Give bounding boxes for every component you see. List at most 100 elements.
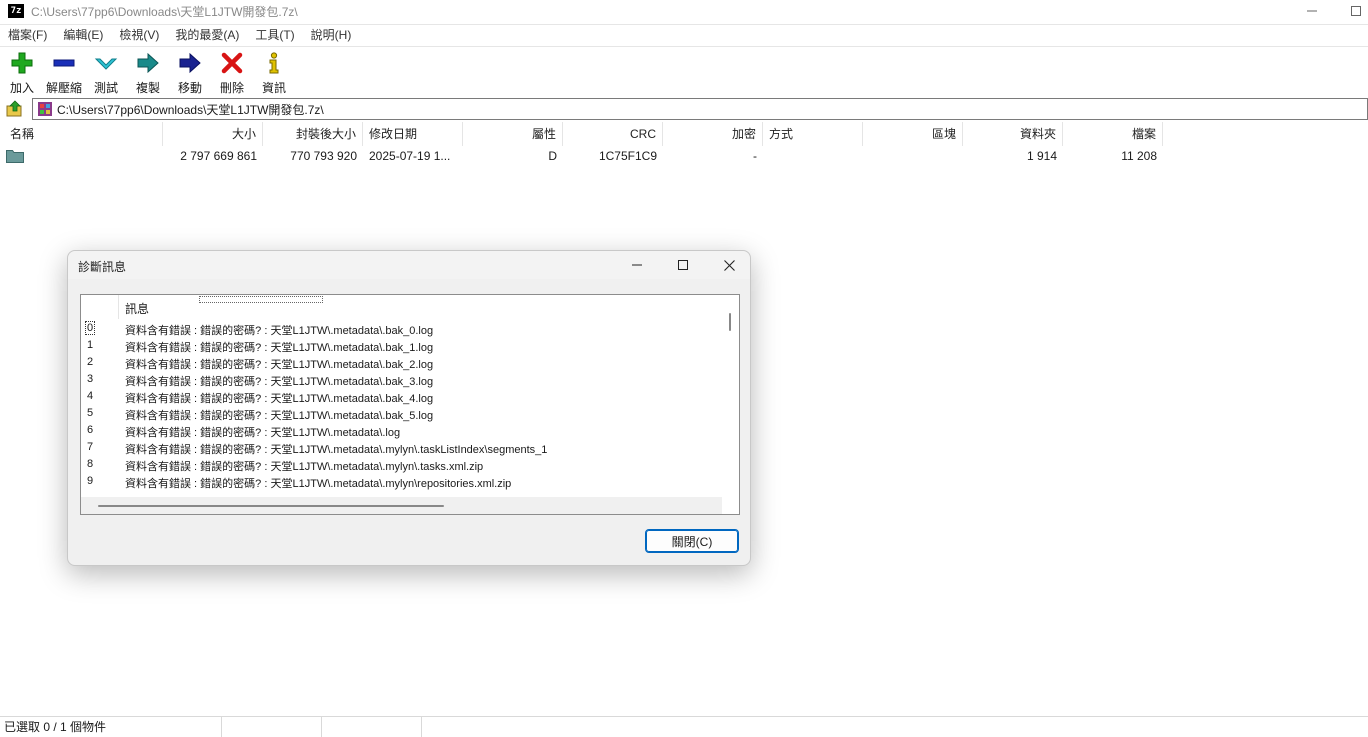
status-segment-3 [322,716,422,737]
toolbar: 加入 解壓縮 測試 複製 移動 刪除 資訊 [0,46,1368,96]
extract-label: 解壓縮 [46,81,83,95]
move-button[interactable]: 移動 [172,47,208,96]
minimize-icon [632,264,642,266]
cell-block [863,146,963,166]
address-bar: C:\Users\77pp6\Downloads\天堂L1JTW開發包.7z\ [0,98,1368,120]
7zip-app-icon: 7z [8,4,24,18]
message-number: 0 [84,321,96,335]
menu-help[interactable]: 說明(H) [303,26,360,43]
message-row[interactable]: 1 資料含有錯誤 : 錯誤的密碼? : 天堂L1JTW\.metadata\.b… [81,337,721,354]
message-row[interactable]: 2 資料含有錯誤 : 錯誤的密碼? : 天堂L1JTW\.metadata\.b… [81,354,721,371]
close-icon [723,259,735,271]
window-title: C:\Users\77pp6\Downloads\天堂L1JTW開發包.7z\ [31,4,298,19]
column-number[interactable] [81,295,119,319]
checkmark-icon [94,58,118,70]
horizontal-scroll-thumb[interactable] [98,505,444,507]
cell-packed-size: 770 793 920 [290,149,357,163]
message-number: 7 [87,441,94,453]
message-number: 1 [87,339,94,351]
plus-icon [11,52,33,74]
column-block[interactable]: 區塊 [863,122,963,146]
message-number: 5 [87,407,94,419]
dialog-title: 診斷訊息 [78,260,127,274]
message-number: 6 [87,424,94,436]
close-button[interactable]: 關閉(C) [645,529,739,553]
message-text: 資料含有錯誤 : 錯誤的密碼? : 天堂L1JTW\.metadata\.bak… [125,393,434,405]
column-attributes[interactable]: 屬性 [463,122,563,146]
column-size[interactable]: 大小 [163,122,263,146]
message-row[interactable]: 5 資料含有錯誤 : 錯誤的密碼? : 天堂L1JTW\.metadata\.b… [81,405,721,422]
message-row[interactable]: 8 資料含有錯誤 : 錯誤的密碼? : 天堂L1JTW\.metadata\.m… [81,456,721,473]
cell-attributes: D [548,149,557,163]
column-message[interactable]: 訊息 [125,300,149,317]
message-number: 8 [87,458,94,470]
menu-tools[interactable]: 工具(T) [247,26,302,43]
cell-folders: 1 914 [1026,149,1057,163]
copy-label: 複製 [136,81,161,95]
header-focus-rect [199,296,323,303]
dialog-maximize-button[interactable] [660,251,706,279]
message-text: 資料含有錯誤 : 錯誤的密碼? : 天堂L1JTW\.metadata\.bak… [125,410,434,422]
test-label: 測試 [94,81,119,95]
message-number: 9 [87,475,94,487]
diagnostic-dialog: 診斷訊息 訊息 0 資料含有錯誤 : 錯誤的密碼? : 天堂L1JTW\.met… [67,250,751,566]
message-text: 資料含有錯誤 : 錯誤的密碼? : 天堂L1JTW\.metadata\.bak… [125,342,434,354]
delete-x-icon [221,52,243,74]
column-encrypted[interactable]: 加密 [663,122,763,146]
column-crc[interactable]: CRC [563,122,663,146]
status-segment-2 [222,716,322,737]
selection-status: 已選取 0 / 1 個物件 [0,716,222,737]
cell-name [26,146,162,166]
delete-button[interactable]: 刪除 [214,47,250,96]
message-row[interactable]: 9 資料含有錯誤 : 錯誤的密碼? : 天堂L1JTW\.metadata\.m… [81,473,721,490]
message-row[interactable]: 3 資料含有錯誤 : 錯誤的密碼? : 天堂L1JTW\.metadata\.b… [81,371,721,388]
path-input[interactable]: C:\Users\77pp6\Downloads\天堂L1JTW開發包.7z\ [32,98,1368,120]
menu-file[interactable]: 檔案(F) [0,26,55,43]
message-rows: 0 資料含有錯誤 : 錯誤的密碼? : 天堂L1JTW\.metadata\.b… [81,320,721,490]
move-label: 移動 [178,81,203,95]
cell-crc: 1C75F1C9 [598,149,657,163]
horizontal-scrollbar[interactable] [81,497,722,514]
column-files[interactable]: 檔案 [1063,122,1163,146]
message-row[interactable]: 6 資料含有錯誤 : 錯誤的密碼? : 天堂L1JTW\.metadata\.l… [81,422,721,439]
list-item[interactable]: 2 797 669 861 770 793 920 2025-07-19 1..… [0,146,1368,166]
message-number: 4 [87,390,94,402]
column-method[interactable]: 方式 [763,122,863,146]
copy-button[interactable]: 複製 [130,47,166,96]
column-name[interactable]: 名稱 [4,122,163,146]
message-text: 資料含有錯誤 : 錯誤的密碼? : 天堂L1JTW\.metadata\.bak… [125,359,434,371]
move-arrow-icon [179,52,201,74]
minimize-button[interactable] [1289,0,1335,22]
copy-arrow-icon [137,52,159,74]
menu-bar: 檔案(F) 編輯(E) 檢視(V) 我的最愛(A) 工具(T) 說明(H) [0,24,1368,44]
menu-favorites[interactable]: 我的最愛(A) [167,26,247,43]
add-button[interactable]: 加入 [4,47,40,96]
message-list[interactable]: 訊息 0 資料含有錯誤 : 錯誤的密碼? : 天堂L1JTW\.metadata… [80,294,740,515]
status-bar: 已選取 0 / 1 個物件 [0,716,1368,737]
dialog-close-button[interactable] [706,251,752,279]
message-text: 資料含有錯誤 : 錯誤的密碼? : 天堂L1JTW\.metadata\.log [125,427,401,439]
delete-label: 刪除 [220,81,245,95]
vertical-scrollbar[interactable] [722,295,739,498]
message-text: 資料含有錯誤 : 錯誤的密碼? : 天堂L1JTW\.metadata\.myl… [125,478,512,490]
column-modified[interactable]: 修改日期 [363,122,463,146]
menu-edit[interactable]: 編輯(E) [55,26,111,43]
message-row[interactable]: 4 資料含有錯誤 : 錯誤的密碼? : 天堂L1JTW\.metadata\.b… [81,388,721,405]
column-folders[interactable]: 資料夾 [963,122,1063,146]
message-text: 資料含有錯誤 : 錯誤的密碼? : 天堂L1JTW\.metadata\.myl… [125,444,548,456]
cell-size: 2 797 669 861 [180,149,257,163]
maximize-button[interactable] [1333,0,1368,22]
list-header: 名稱 大小 封裝後大小 修改日期 屬性 CRC 加密 方式 區塊 資料夾 檔案 [0,122,1368,146]
vertical-scroll-thumb[interactable] [729,313,731,331]
up-folder-button[interactable] [4,98,26,120]
message-row[interactable]: 0 資料含有錯誤 : 錯誤的密碼? : 天堂L1JTW\.metadata\.b… [81,320,721,337]
menu-view[interactable]: 檢視(V) [111,26,167,43]
info-button[interactable]: 資訊 [256,47,292,96]
folder-icon [6,150,24,163]
column-packed-size[interactable]: 封裝後大小 [263,122,363,146]
test-button[interactable]: 測試 [88,47,124,96]
extract-button[interactable]: 解壓縮 [46,47,82,96]
up-folder-icon [6,100,22,117]
dialog-minimize-button[interactable] [614,251,660,279]
message-row[interactable]: 7 資料含有錯誤 : 錯誤的密碼? : 天堂L1JTW\.metadata\.m… [81,439,721,456]
